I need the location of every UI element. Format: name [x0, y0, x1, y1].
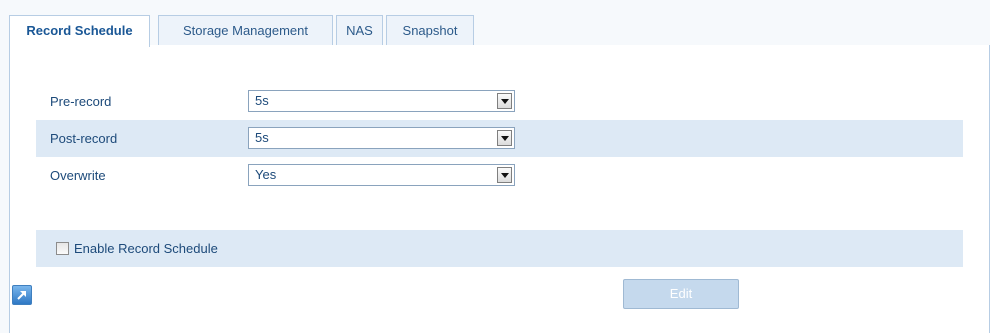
pre-record-label: Pre-record	[50, 94, 112, 109]
overwrite-select[interactable]: Yes	[248, 164, 515, 186]
post-record-row: Post-record 5s	[36, 120, 963, 157]
post-record-value: 5s	[255, 130, 269, 145]
chevron-down-icon[interactable]	[497, 93, 512, 109]
chevron-down-icon[interactable]	[497, 130, 512, 146]
record-settings-page: Record Schedule Storage Management NAS S…	[0, 0, 990, 333]
pre-record-row: Pre-record 5s	[36, 83, 963, 120]
expand-arrow-icon[interactable]	[12, 285, 32, 305]
post-record-label: Post-record	[50, 131, 118, 146]
edit-button[interactable]: Edit	[623, 279, 739, 309]
settings-panel: Pre-record 5s Post-record 5s Overwrite Y…	[9, 45, 990, 333]
overwrite-value: Yes	[255, 167, 277, 182]
expand-arrow-glyph	[17, 291, 26, 300]
tab-record-schedule[interactable]: Record Schedule	[9, 15, 150, 47]
post-record-select[interactable]: 5s	[248, 127, 515, 149]
enable-schedule-label[interactable]: Enable Record Schedule	[74, 230, 218, 267]
pre-record-select[interactable]: 5s	[248, 90, 515, 112]
enable-schedule-row: Enable Record Schedule	[36, 230, 963, 267]
chevron-down-icon[interactable]	[497, 167, 512, 183]
tab-nas[interactable]: NAS	[336, 15, 383, 46]
tab-bar: Record Schedule Storage Management NAS S…	[9, 15, 990, 47]
tab-snapshot[interactable]: Snapshot	[386, 15, 474, 46]
overwrite-label: Overwrite	[50, 168, 106, 183]
overwrite-row: Overwrite Yes	[36, 157, 963, 194]
enable-schedule-checkbox[interactable]	[56, 242, 69, 255]
pre-record-value: 5s	[255, 93, 269, 108]
tab-storage-management[interactable]: Storage Management	[158, 15, 333, 46]
